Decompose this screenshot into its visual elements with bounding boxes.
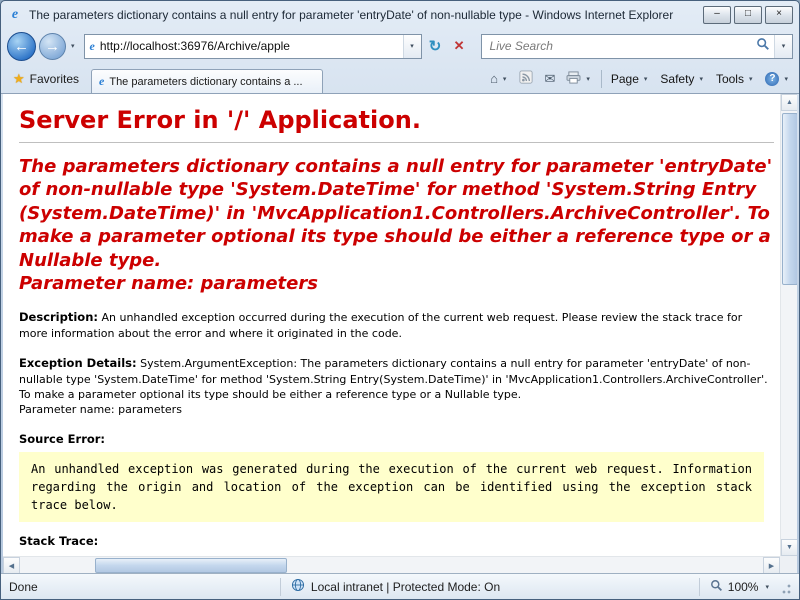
- search-input[interactable]: Live Search: [482, 39, 752, 53]
- window-controls: – □ ×: [703, 6, 793, 24]
- ie-logo-icon: e: [7, 7, 23, 23]
- tab-favicon-icon: e: [99, 74, 104, 89]
- page-menu[interactable]: Page ▾: [606, 70, 655, 88]
- divider: [19, 142, 774, 143]
- exception-details-paragraph: Exception Details: System.ArgumentExcept…: [19, 355, 773, 418]
- source-error-box: An unhandled exception was generated dur…: [19, 452, 764, 522]
- scroll-left-button[interactable]: ◀: [3, 557, 20, 573]
- horizontal-scroll-thumb[interactable]: [95, 558, 287, 573]
- page-menu-label: Page: [611, 72, 639, 86]
- status-bar: Done Local intranet | Protected Mode: On…: [1, 573, 799, 599]
- command-bar: ⌂ ▾ ✉ ▾ Page ▾ Sa: [485, 68, 795, 93]
- favorites-button[interactable]: ★ Favorites: [5, 67, 87, 93]
- exception-details-label: Exception Details:: [19, 356, 137, 370]
- zoom-dropdown-icon[interactable]: ▾: [763, 583, 771, 591]
- stop-button[interactable]: ✕: [449, 35, 470, 58]
- scroll-up-button[interactable]: ▲: [781, 94, 797, 111]
- scroll-right-button[interactable]: ▶: [763, 557, 780, 573]
- back-icon: ←: [14, 38, 29, 55]
- print-dropdown-icon: ▾: [584, 75, 592, 83]
- favorites-star-icon: ★: [13, 71, 25, 87]
- help-menu[interactable]: ? ▾: [760, 70, 795, 88]
- source-error-label: Source Error:: [19, 432, 774, 446]
- resize-grip[interactable]: [781, 580, 791, 594]
- zoom-level[interactable]: 100%: [728, 580, 759, 594]
- forward-icon: →: [45, 38, 60, 55]
- url-text[interactable]: http://localhost:36976/Archive/apple: [100, 39, 403, 53]
- error-message-param: Parameter name: parameters: [19, 273, 318, 294]
- page-dropdown-icon: ▾: [642, 75, 650, 83]
- search-icon[interactable]: [756, 37, 770, 56]
- titlebar[interactable]: e The parameters dictionary contains a n…: [1, 1, 799, 29]
- search-dropdown[interactable]: ▾: [774, 35, 792, 58]
- back-button[interactable]: ←: [7, 32, 36, 61]
- print-icon: [566, 71, 581, 87]
- description-label: Description:: [19, 310, 98, 324]
- navigation-bar: ← → ▾ e http://localhost:36976/Archive/a…: [1, 29, 799, 63]
- zoom-icon: [710, 579, 723, 595]
- horizontal-scrollbar[interactable]: ◀ ▶: [3, 556, 780, 573]
- scrollbar-corner: [780, 556, 797, 573]
- vertical-scroll-thumb[interactable]: [782, 113, 797, 285]
- toolbar-divider: [601, 70, 602, 88]
- search-box[interactable]: Live Search ▾: [481, 34, 793, 59]
- close-button[interactable]: ×: [765, 6, 793, 24]
- error-page-title: Server Error in '/' Application.: [19, 106, 774, 134]
- window-title: The parameters dictionary contains a nul…: [29, 8, 697, 22]
- page-icon: e: [90, 39, 95, 54]
- feeds-icon: [519, 70, 533, 87]
- tools-menu-label: Tools: [716, 72, 744, 86]
- security-zone: Local intranet | Protected Mode: On: [280, 578, 510, 596]
- minimize-button[interactable]: –: [703, 6, 731, 24]
- ie-window: e The parameters dictionary contains a n…: [0, 0, 800, 600]
- read-mail-button[interactable]: ✉: [539, 69, 560, 89]
- forward-button[interactable]: →: [39, 33, 66, 60]
- favorites-label: Favorites: [30, 72, 79, 86]
- favorites-bar: ★ Favorites e The parameters dictionary …: [1, 63, 799, 94]
- safety-menu[interactable]: Safety ▾: [655, 70, 710, 88]
- safety-dropdown-icon: ▾: [697, 75, 705, 83]
- refresh-button[interactable]: ↻: [425, 35, 446, 58]
- stack-trace-label: Stack Trace:: [19, 534, 774, 548]
- error-message-text: The parameters dictionary contains a nul…: [19, 156, 772, 271]
- error-page: Server Error in '/' Application. The par…: [3, 94, 780, 556]
- home-dropdown-icon: ▾: [501, 75, 509, 83]
- print-button[interactable]: ▾: [561, 69, 597, 89]
- zoom-control[interactable]: 100% ▾: [699, 578, 771, 596]
- maximize-button[interactable]: □: [734, 6, 762, 24]
- exception-param-text: Parameter name: parameters: [19, 403, 182, 416]
- help-icon: ?: [765, 72, 779, 86]
- browser-tab[interactable]: e The parameters dictionary contains a .…: [91, 69, 323, 93]
- feeds-button[interactable]: [514, 68, 538, 89]
- stop-icon: ✕: [454, 38, 465, 54]
- safety-menu-label: Safety: [660, 72, 694, 86]
- intranet-globe-icon: [291, 578, 305, 595]
- security-zone-text: Local intranet | Protected Mode: On: [311, 580, 500, 594]
- home-button[interactable]: ⌂ ▾: [485, 69, 513, 88]
- vertical-scrollbar[interactable]: ▲ ▼: [780, 94, 797, 556]
- browser-viewport: Server Error in '/' Application. The par…: [3, 94, 797, 573]
- error-message-heading: The parameters dictionary contains a nul…: [19, 155, 773, 295]
- refresh-icon: ↻: [429, 37, 442, 55]
- recent-pages-dropdown[interactable]: ▾: [69, 42, 77, 50]
- address-bar[interactable]: e http://localhost:36976/Archive/apple ▾: [84, 34, 422, 59]
- description-text: An unhandled exception occurred during t…: [19, 311, 742, 339]
- description-paragraph: Description: An unhandled exception occu…: [19, 309, 773, 341]
- scroll-down-button[interactable]: ▼: [781, 539, 797, 556]
- tools-menu[interactable]: Tools ▾: [711, 70, 760, 88]
- tools-dropdown-icon: ▾: [747, 75, 755, 83]
- home-icon: ⌂: [490, 71, 498, 86]
- address-dropdown[interactable]: ▾: [403, 35, 421, 58]
- tab-title: The parameters dictionary contains a ...: [109, 76, 315, 88]
- status-text: Done: [9, 580, 274, 594]
- mail-icon: ✉: [544, 71, 555, 87]
- help-dropdown-icon: ▾: [782, 75, 790, 83]
